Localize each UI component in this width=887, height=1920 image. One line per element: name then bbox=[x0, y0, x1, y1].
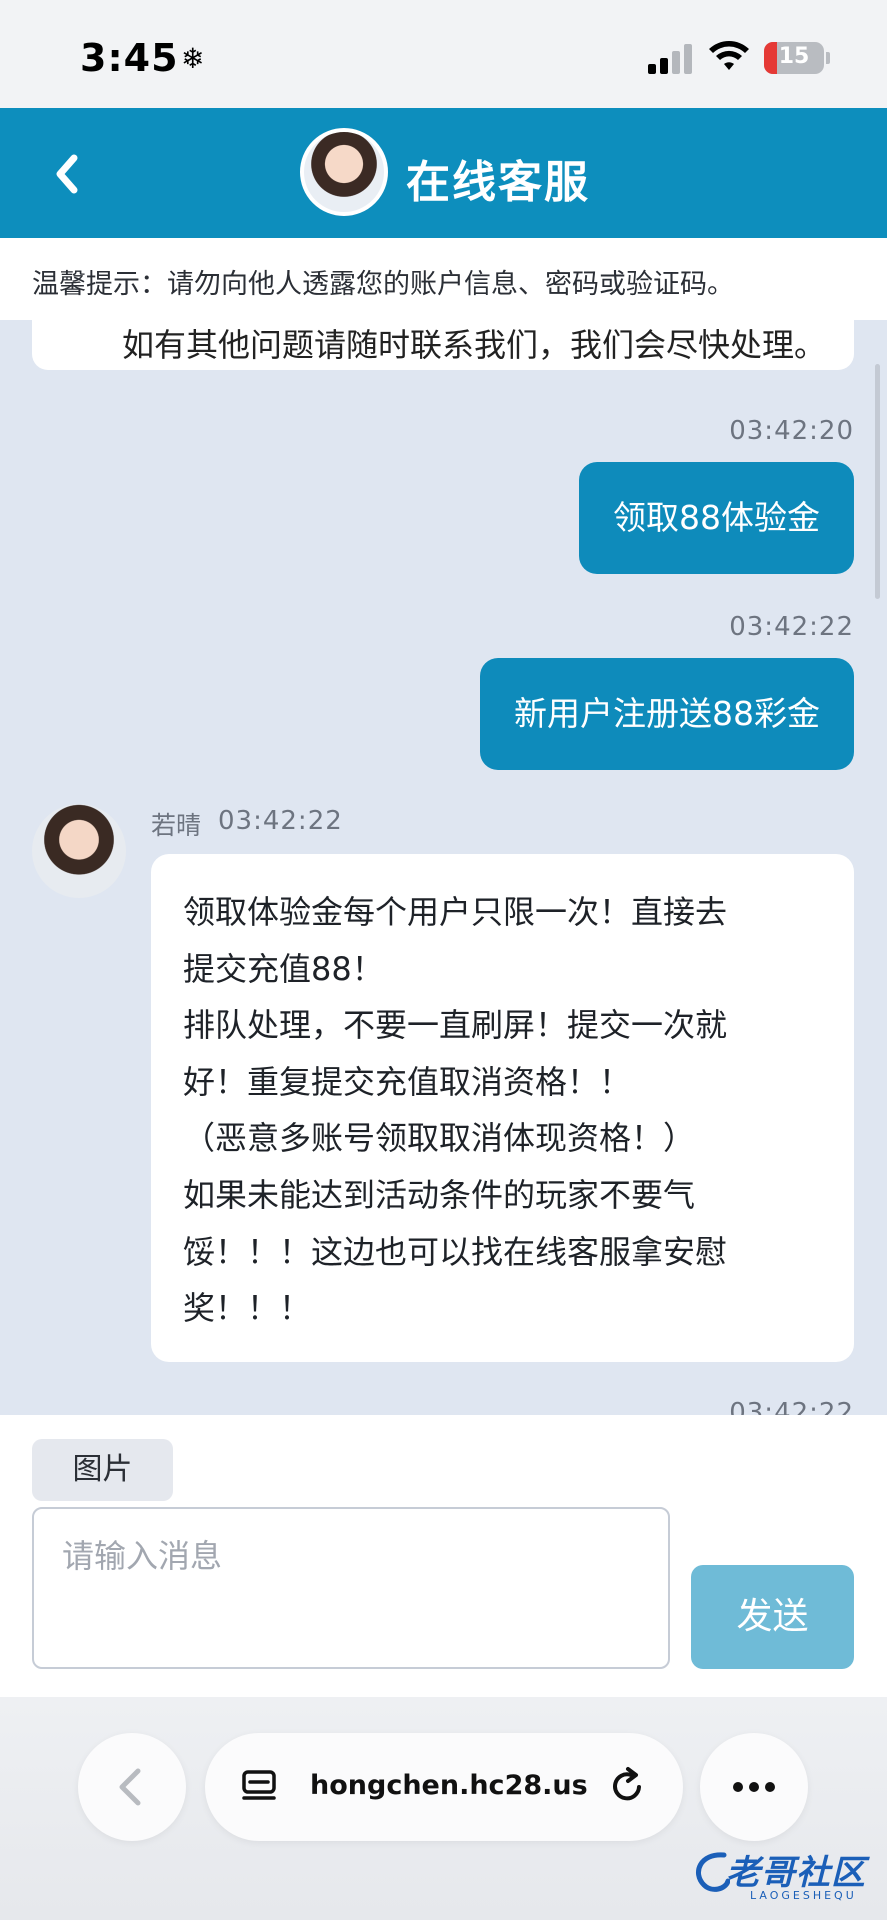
more-options-button[interactable] bbox=[700, 1733, 808, 1841]
status-bar: 3:45 ❄ 15 bbox=[0, 0, 887, 108]
address-bar[interactable]: hongchen.hc28.us bbox=[205, 1733, 683, 1841]
watermark-logo: 老哥社区 LAOGESHEQU bbox=[690, 1845, 880, 1909]
chevron-left-icon bbox=[56, 154, 78, 194]
browser-toolbar: hongchen.hc28.us 老哥社区 LAOGESHEQU bbox=[0, 1697, 887, 1920]
url-text: hongchen.hc28.us bbox=[310, 1770, 588, 1801]
status-time: 3:45 bbox=[80, 36, 179, 80]
message-line: （恶意多账号领取取消体现资格！） bbox=[183, 1119, 696, 1158]
battery-cap bbox=[826, 52, 830, 64]
agent-avatar bbox=[32, 804, 126, 898]
outgoing-message-bubble: 新用户注册送88彩金 bbox=[480, 658, 854, 770]
battery-level: 15 bbox=[778, 44, 810, 69]
message-input[interactable] bbox=[32, 1507, 670, 1669]
chevron-left-icon bbox=[119, 1768, 141, 1806]
send-button[interactable]: 发送 bbox=[691, 1565, 854, 1669]
tab-overview-icon bbox=[242, 1770, 276, 1800]
previous-message-bubble: 如有其他问题请随时联系我们，我们会尽快处理。 bbox=[32, 320, 854, 370]
image-upload-button[interactable]: 图片 bbox=[32, 1439, 173, 1501]
snowflake-icon: ❄ bbox=[181, 42, 205, 75]
warning-notice: 温馨提示：请勿向他人透露您的账户信息、密码或验证码。 bbox=[0, 238, 887, 320]
chat-header: 在线客服 bbox=[0, 108, 887, 238]
message-composer: 图片 发送 bbox=[0, 1415, 887, 1697]
browser-back-button[interactable] bbox=[78, 1733, 186, 1841]
signal-icon bbox=[648, 44, 694, 74]
chat-scrollbar[interactable] bbox=[875, 364, 880, 599]
incoming-message-bubble: 领取体验金每个用户只限一次！直接去 提交充值88！ 排队处理，不要一直刷屏！提交… bbox=[151, 854, 854, 1362]
previous-message-text: 如有其他问题请随时联系我们，我们会尽快处理。 bbox=[122, 326, 827, 364]
page-title: 在线客服 bbox=[406, 157, 590, 208]
message-line: 提交充值88！ bbox=[183, 949, 384, 988]
watermark-text: 老哥社区 bbox=[726, 1853, 866, 1893]
message-timestamp: 03:42:22 bbox=[729, 612, 854, 642]
message-line: 好！重复提交充值取消资格！！ bbox=[183, 1062, 632, 1101]
message-line: 馁！！！这边也可以找在线客服拿安慰 bbox=[183, 1232, 728, 1271]
outgoing-message-bubble: 领取88体验金 bbox=[579, 462, 854, 574]
dragon-logo-icon bbox=[696, 1852, 730, 1892]
agent-name: 若晴 bbox=[151, 811, 202, 840]
message-line: 奖！！！ bbox=[183, 1289, 312, 1328]
chat-area[interactable]: 如有其他问题请随时联系我们，我们会尽快处理。 03:42:20 领取88体验金 … bbox=[0, 320, 887, 1415]
watermark-subtext: LAOGESHEQU bbox=[750, 1889, 857, 1902]
agent-avatar-header bbox=[300, 128, 388, 216]
message-line: 领取体验金每个用户只限一次！直接去 bbox=[183, 893, 728, 931]
ellipsis-icon bbox=[733, 1782, 775, 1792]
wifi-icon bbox=[709, 41, 749, 70]
message-timestamp: 03:42:22 bbox=[218, 806, 343, 836]
battery-icon: 15 bbox=[764, 42, 824, 74]
message-line: 排队处理，不要一直刷屏！提交一次就 bbox=[183, 1006, 728, 1045]
message-timestamp: 03:42:22 bbox=[729, 1398, 854, 1415]
message-line: 如果未能达到活动条件的玩家不要气 bbox=[183, 1175, 696, 1214]
notice-text: 温馨提示：请勿向他人透露您的账户信息、密码或验证码。 bbox=[32, 269, 734, 300]
message-timestamp: 03:42:20 bbox=[729, 416, 854, 446]
reload-icon[interactable] bbox=[607, 1765, 649, 1807]
back-button[interactable] bbox=[46, 144, 96, 204]
